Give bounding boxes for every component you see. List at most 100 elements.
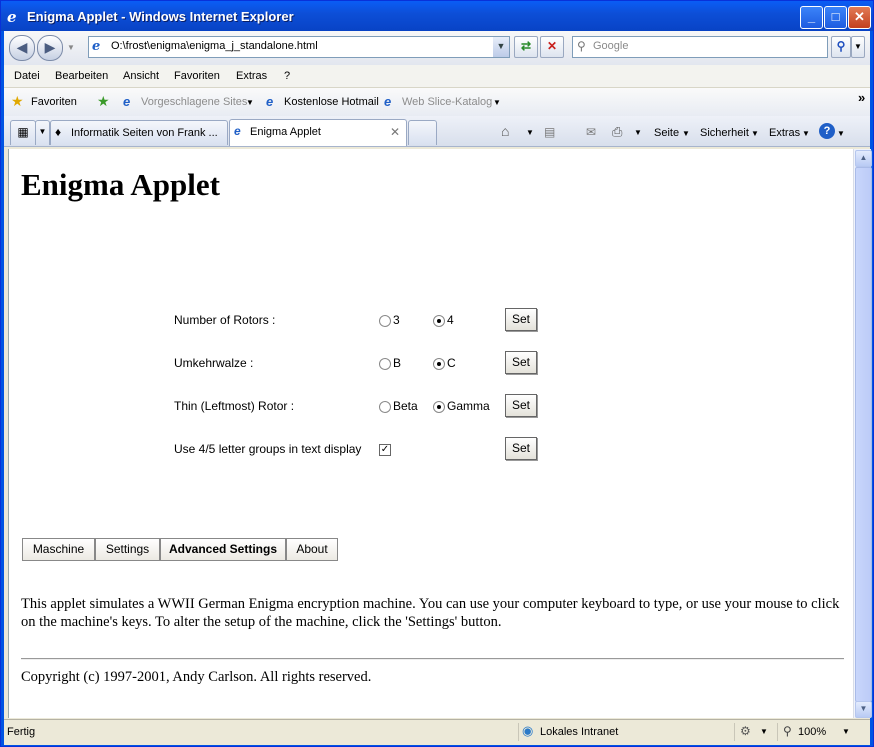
thin-rotor-radio-beta[interactable] (379, 401, 391, 413)
back-icon[interactable]: ◀ (9, 35, 35, 61)
favorites-button[interactable]: Favoriten (31, 96, 77, 108)
status-text: Fertig (7, 726, 36, 738)
favorites-star-icon[interactable]: ★ (11, 93, 24, 110)
rotors-option-3: 3 (393, 313, 400, 327)
quick-tabs-icon[interactable]: ▦ (10, 120, 36, 145)
home-dropdown-icon[interactable]: ▼ (526, 128, 534, 137)
search-options-icon[interactable]: ▼ (851, 36, 865, 58)
tab-settings[interactable]: Settings (95, 538, 160, 561)
forward-icon[interactable]: ▶ (37, 35, 63, 61)
new-tab-button[interactable] (408, 120, 437, 145)
protected-dropdown-icon[interactable]: ▼ (760, 727, 768, 736)
ie-page-icon: e (123, 94, 131, 109)
menu-ansicht[interactable]: Ansicht (123, 70, 159, 82)
description-text: This applet simulates a WWII German Enig… (21, 596, 840, 630)
tab-label: Informatik Seiten von Frank ... (71, 127, 218, 139)
thin-rotor-radio-gamma[interactable] (433, 401, 445, 413)
divider (21, 658, 844, 660)
extras-dropdown-icon[interactable]: ▼ (802, 129, 810, 138)
penguin-icon: ♦ (55, 125, 62, 139)
help-icon[interactable]: ? (819, 123, 835, 139)
close-button[interactable]: ✕ (848, 6, 871, 29)
more-chevron-icon[interactable]: » (858, 90, 865, 105)
close-tab-icon[interactable]: ✕ (390, 125, 400, 139)
letter-groups-checkbox[interactable]: ✓ (379, 444, 391, 456)
tab-bar: ▦ ▼ ♦ Informatik Seiten von Frank ... e … (4, 116, 870, 147)
search-icon: ⚲ (577, 39, 586, 53)
address-value: O:\frost\enigma\enigma_j_standalone.html (111, 40, 318, 52)
tab-about[interactable]: About (286, 538, 338, 561)
web-slice-dropdown-icon[interactable]: ▼ (493, 98, 501, 107)
zoom-level[interactable]: 100% (798, 726, 826, 738)
copyright-text: Copyright (c) 1997-2001, Andy Carlson. A… (21, 669, 372, 685)
print-dropdown-icon[interactable]: ▼ (634, 128, 642, 137)
zoom-icon[interactable]: ⚲ (783, 724, 792, 738)
mail-icon[interactable]: ✉ (586, 125, 596, 139)
umkehrwalze-label: Umkehrwalze : (174, 356, 254, 370)
menu-datei[interactable]: Datei (14, 70, 40, 82)
rotors-radio-3[interactable] (379, 315, 391, 327)
history-dropdown-icon[interactable]: ▼ (67, 43, 75, 52)
scroll-down-icon[interactable]: ▼ (855, 701, 872, 718)
help-dropdown-icon[interactable]: ▼ (837, 129, 845, 138)
add-favorite-icon[interactable]: ★ (97, 93, 110, 110)
menu-bearbeiten[interactable]: Bearbeiten (55, 70, 108, 82)
security-menu[interactable]: Sicherheit (700, 127, 749, 139)
security-dropdown-icon[interactable]: ▼ (751, 129, 759, 138)
feeds-icon[interactable]: ▤ (544, 125, 555, 139)
menu-help[interactable]: ? (284, 70, 290, 82)
address-dropdown-icon[interactable]: ▼ (493, 37, 509, 57)
title-bar[interactable]: e Enigma Applet - Windows Internet Explo… (1, 1, 873, 31)
zone-text: Lokales Intranet (540, 726, 619, 738)
scroll-up-icon[interactable]: ▲ (855, 150, 872, 167)
extras-menu[interactable]: Extras (769, 127, 800, 139)
tab-enigma-applet[interactable]: e Enigma Applet ✕ (229, 119, 407, 146)
rotors-set-button[interactable]: Set (505, 308, 537, 331)
search-placeholder: Google (593, 40, 629, 52)
search-input[interactable]: ⚲ Google (572, 36, 828, 58)
protected-mode-icon[interactable]: ⚙ (740, 724, 751, 738)
vertical-scrollbar[interactable]: ▲ ▼ (853, 149, 872, 718)
rotors-option-4: 4 (447, 313, 454, 327)
umkehrwalze-radio-b[interactable] (379, 358, 391, 370)
menu-bar: Datei Bearbeiten Ansicht Favoriten Extra… (4, 65, 870, 88)
umkehrwalze-set-button[interactable]: Set (505, 351, 537, 374)
menu-favoriten[interactable]: Favoriten (174, 70, 220, 82)
zoom-dropdown-icon[interactable]: ▼ (842, 727, 850, 736)
address-field[interactable]: e O:\frost\enigma\enigma_j_standalone.ht… (88, 36, 510, 58)
print-icon[interactable]: ⎙ (612, 124, 622, 140)
tab-list-icon[interactable]: ▼ (35, 120, 50, 145)
home-icon[interactable]: ⌂ (501, 123, 509, 139)
hotmail-link[interactable]: Kostenlose Hotmail (284, 96, 379, 108)
page-icon: e (92, 39, 101, 54)
browser-window: e Enigma Applet - Windows Internet Explo… (0, 0, 874, 747)
page-content: Enigma Applet Number of Rotors : 3 4 Set… (8, 149, 854, 718)
rotors-radio-4[interactable] (433, 315, 445, 327)
letter-groups-label: Use 4/5 letter groups in text display (174, 442, 362, 456)
maximize-button[interactable]: □ (824, 6, 847, 29)
status-divider (777, 723, 778, 741)
window-title: Enigma Applet - Windows Internet Explore… (27, 9, 294, 24)
search-go-icon[interactable]: ⚲ (831, 36, 851, 58)
thin-rotor-set-button[interactable]: Set (505, 394, 537, 417)
umkehrwalze-radio-c[interactable] (433, 358, 445, 370)
tab-maschine[interactable]: Maschine (22, 538, 95, 561)
menu-extras[interactable]: Extras (236, 70, 267, 82)
suggested-dropdown-icon[interactable]: ▼ (246, 98, 254, 107)
web-slice-link[interactable]: Web Slice-Katalog (402, 96, 492, 108)
address-toolbar: ◀ ▶ ▼ e O:\frost\enigma\enigma_j_standal… (4, 31, 870, 65)
page-menu[interactable]: Seite (654, 127, 679, 139)
ie-page-icon: e (266, 94, 274, 109)
stop-icon[interactable]: ✕ (540, 36, 564, 58)
umkehrwalze-option-c: C (447, 356, 456, 370)
thin-rotor-option-beta: Beta (393, 399, 418, 413)
minimize-button[interactable]: _ (800, 6, 823, 29)
scroll-thumb[interactable] (855, 167, 872, 702)
tab-advanced-settings[interactable]: Advanced Settings (160, 538, 286, 561)
refresh-icon[interactable]: ⇄ (514, 36, 538, 58)
suggested-sites-link[interactable]: Vorgeschlagene Sites (141, 96, 247, 108)
tab-informatik[interactable]: ♦ Informatik Seiten von Frank ... (50, 120, 228, 145)
browser-chrome: ◀ ▶ ▼ e O:\frost\enigma\enigma_j_standal… (4, 31, 872, 745)
letter-groups-set-button[interactable]: Set (505, 437, 537, 460)
page-dropdown-icon[interactable]: ▼ (682, 129, 690, 138)
